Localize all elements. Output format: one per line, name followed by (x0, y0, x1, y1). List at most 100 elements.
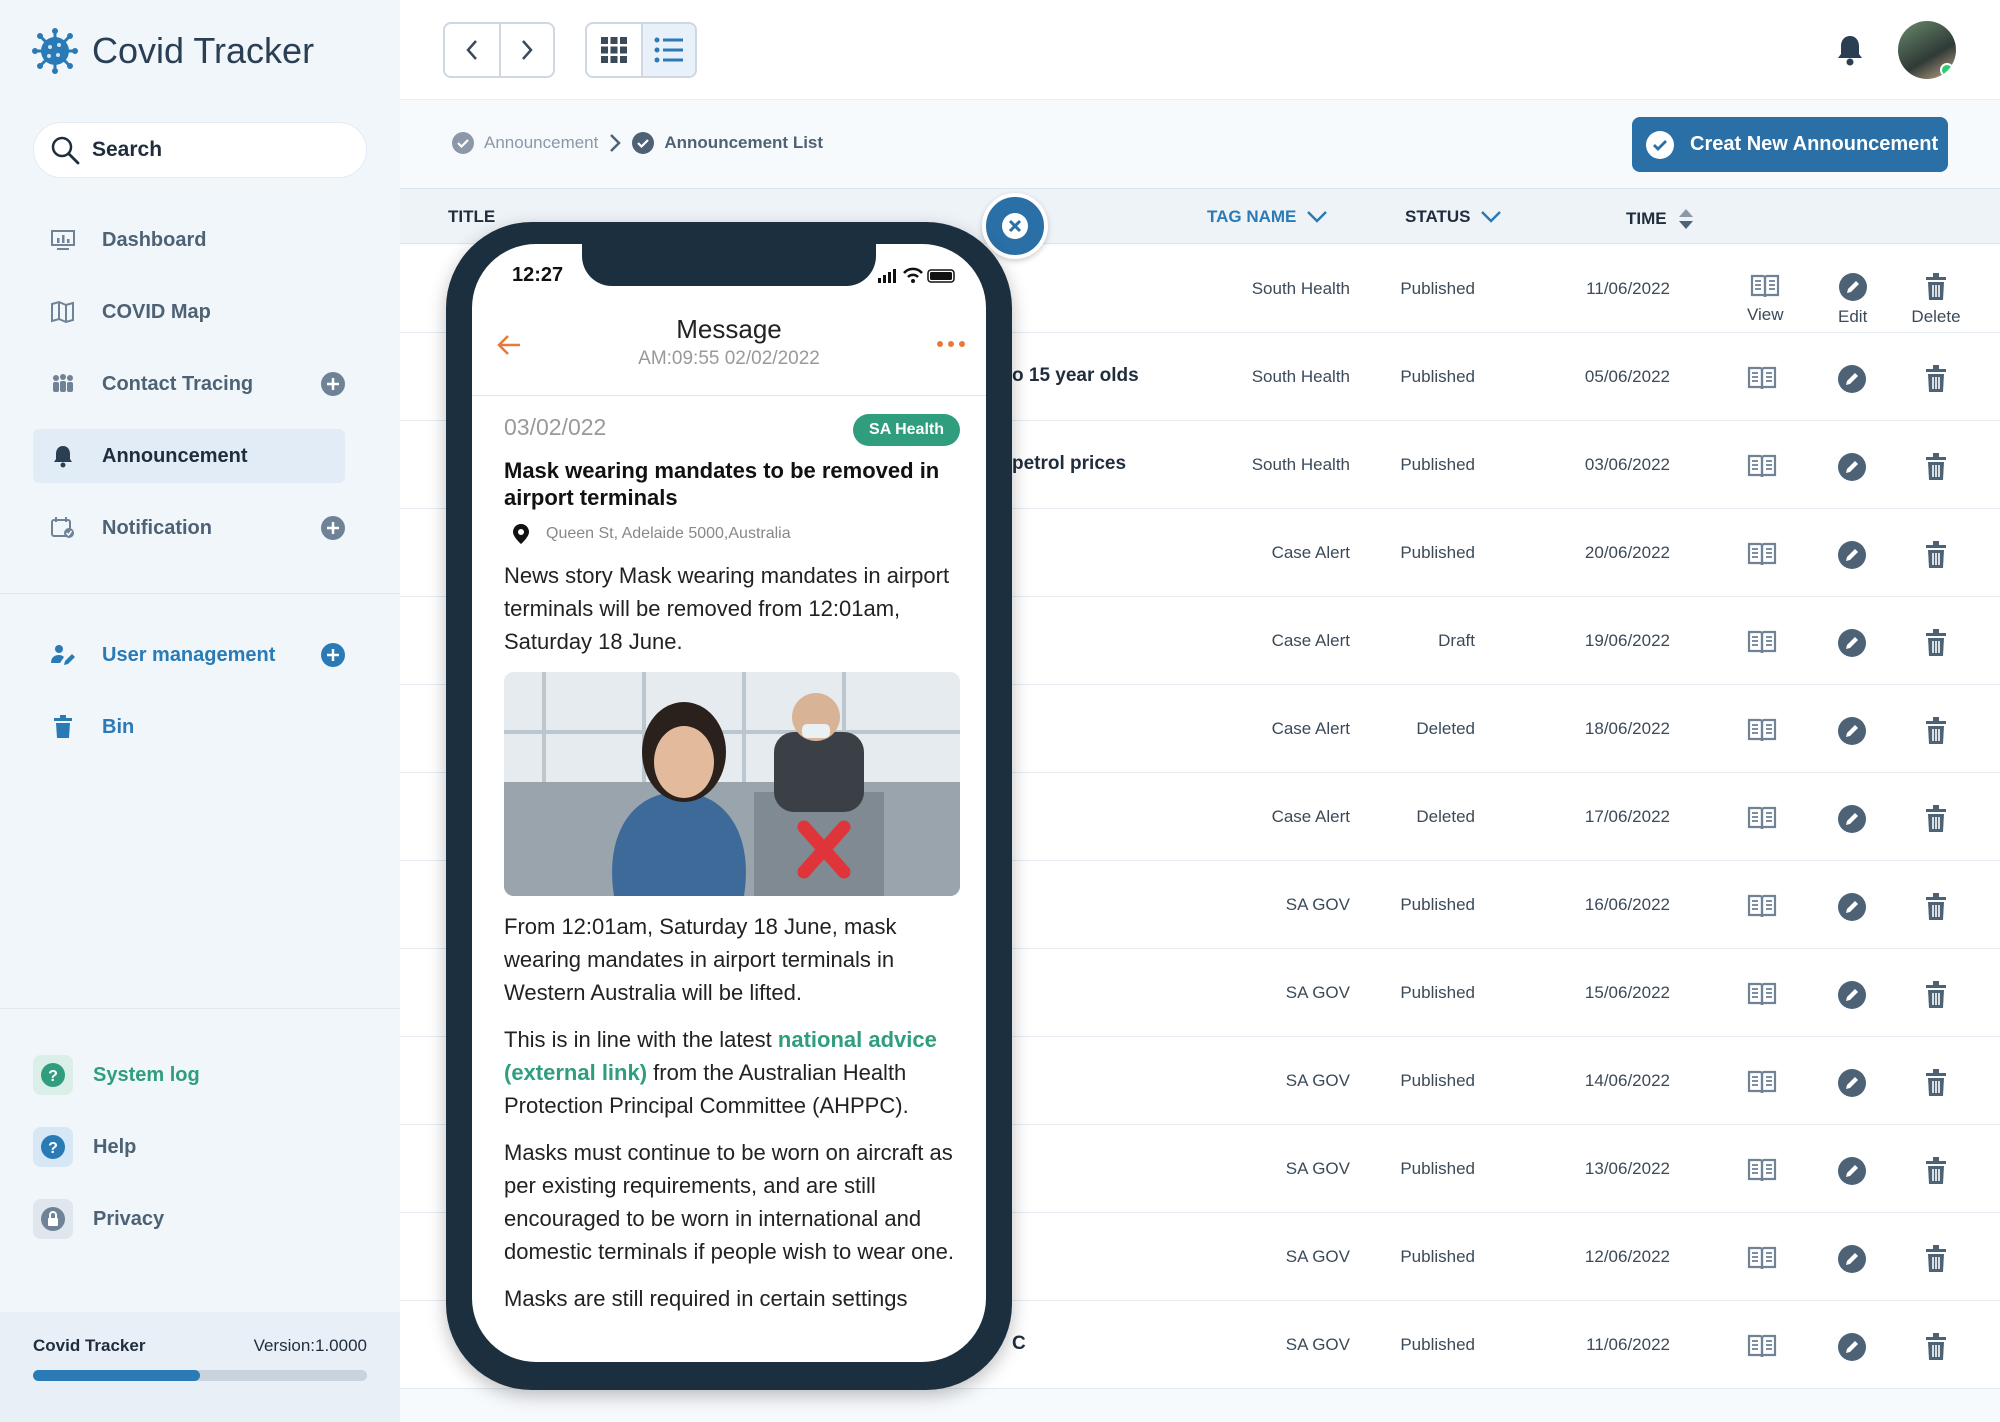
edit-button[interactable] (1838, 805, 1866, 833)
delete-button[interactable] (1924, 541, 1948, 569)
view-button[interactable] (1747, 1069, 1777, 1095)
trash-icon (1926, 805, 1946, 832)
edit-button[interactable] (1838, 541, 1866, 569)
sidebar-item-bin[interactable]: Bin (33, 700, 345, 754)
trash-icon (1926, 365, 1946, 392)
edit-button[interactable] (1838, 1157, 1866, 1185)
pencil-circle-icon (1838, 541, 1866, 569)
people-icon (49, 370, 77, 398)
view-button[interactable] (1747, 805, 1777, 831)
check-circle-icon (632, 132, 655, 154)
view-button[interactable] (1747, 717, 1777, 743)
grid-view-button[interactable] (587, 24, 641, 76)
view-label: View (1747, 305, 1784, 324)
sidebar-item-label: COVID Map (102, 300, 211, 323)
sort-icon (1678, 209, 1693, 229)
version-progress (33, 1370, 367, 1381)
sidebar-item-label: Help (93, 1135, 137, 1158)
sidebar-item-help[interactable]: ? Help (33, 1127, 136, 1167)
edit-button[interactable] (1838, 1245, 1866, 1273)
user-avatar[interactable] (1898, 21, 1956, 79)
row-status: Deleted (1416, 807, 1475, 826)
edit-button[interactable] (1838, 365, 1866, 393)
add-circle-icon[interactable] (321, 643, 345, 667)
breadcrumb-item[interactable]: Announcement (484, 133, 598, 153)
view-button[interactable] (1747, 1157, 1777, 1183)
delete-button[interactable]: Delete (1911, 273, 1961, 327)
edit-button[interactable] (1838, 1333, 1866, 1361)
delete-button[interactable] (1924, 893, 1948, 921)
chevron-left-icon (466, 40, 477, 60)
view-button[interactable] (1747, 541, 1777, 567)
row-status: Published (1400, 367, 1475, 386)
message-paragraph: News story Mask wearing mandates in airp… (504, 563, 950, 654)
view-button[interactable]: View (1747, 273, 1784, 325)
sidebar-item-privacy[interactable]: Privacy (33, 1199, 164, 1239)
column-header-title[interactable]: TITLE (448, 207, 495, 227)
column-header-label: TITLE (448, 207, 496, 226)
back-button[interactable] (445, 24, 499, 76)
chart-icon (49, 226, 77, 254)
bell-icon (49, 442, 77, 470)
sidebar-item-contact-tracing[interactable]: Contact Tracing (33, 357, 345, 411)
app-logo[interactable]: Covid Tracker (32, 28, 314, 74)
grid-icon (601, 37, 627, 63)
column-header-tag[interactable]: TAG NAME (1207, 207, 1328, 227)
book-icon (1747, 1158, 1777, 1182)
message-header: Message AM:09:55 02/02/2022 (472, 308, 986, 396)
delete-button[interactable] (1924, 805, 1948, 833)
sidebar-divider (0, 593, 400, 594)
sidebar-item-dashboard[interactable]: Dashboard (33, 213, 345, 267)
view-button[interactable] (1747, 1245, 1777, 1271)
view-button[interactable] (1747, 365, 1777, 391)
notification-bell-icon[interactable] (1836, 34, 1864, 66)
forward-button[interactable] (499, 24, 553, 76)
delete-button[interactable] (1924, 981, 1948, 1009)
edit-button[interactable] (1838, 981, 1866, 1009)
edit-button[interactable] (1838, 1069, 1866, 1097)
column-header-status[interactable]: STATUS (1405, 207, 1502, 227)
list-view-button[interactable] (641, 24, 695, 76)
sidebar-item-announcement[interactable]: Announcement (33, 429, 345, 483)
delete-button[interactable] (1924, 1157, 1948, 1185)
create-announcement-button[interactable]: Creat New Announcement (1632, 117, 1948, 172)
delete-button[interactable] (1924, 1069, 1948, 1097)
view-button[interactable] (1747, 453, 1777, 479)
phone-notch (582, 244, 876, 286)
search-input[interactable]: Search (33, 122, 367, 178)
edit-button[interactable] (1838, 717, 1866, 745)
view-button[interactable] (1747, 981, 1777, 1007)
edit-button[interactable] (1838, 629, 1866, 657)
edit-button[interactable] (1838, 453, 1866, 481)
close-preview-button[interactable] (982, 193, 1048, 259)
delete-button[interactable] (1924, 1245, 1948, 1273)
add-circle-icon[interactable] (321, 372, 345, 396)
book-icon (1747, 1246, 1777, 1270)
trash-icon (1926, 1157, 1946, 1184)
column-header-time[interactable]: TIME (1626, 207, 1695, 231)
phone-screen: 12:27 Message AM:09:55 02/02/2022 03/02/… (472, 244, 986, 1362)
message-location: Queen St, Adelaide 5000,Australia (504, 523, 960, 545)
add-circle-icon[interactable] (321, 516, 345, 540)
delete-button[interactable] (1924, 453, 1948, 481)
view-button[interactable] (1747, 1333, 1777, 1359)
delete-button[interactable] (1924, 717, 1948, 745)
sidebar-item-notification[interactable]: Notification (33, 501, 345, 555)
lock-icon (33, 1199, 73, 1239)
more-icon[interactable] (936, 340, 966, 348)
book-icon (1747, 630, 1777, 654)
check-circle-icon (1646, 130, 1674, 159)
view-button[interactable] (1747, 629, 1777, 655)
delete-button[interactable] (1924, 365, 1948, 393)
row-time: 15/06/2022 (1584, 983, 1670, 1002)
view-button[interactable] (1747, 893, 1777, 919)
edit-button[interactable] (1838, 893, 1866, 921)
sidebar-item-covid-map[interactable]: COVID Map (33, 285, 345, 339)
sidebar: Covid Tracker Search Dashboard COVID Map… (0, 0, 400, 1422)
sidebar-item-system-log[interactable]: ? System log (33, 1055, 200, 1095)
delete-button[interactable] (1924, 629, 1948, 657)
delete-button[interactable] (1924, 1333, 1948, 1361)
sidebar-item-user-management[interactable]: User management (33, 628, 345, 682)
message-body: 03/02/022 SA Health Mask wearing mandate… (504, 414, 960, 1315)
edit-button[interactable]: Edit (1838, 273, 1867, 327)
